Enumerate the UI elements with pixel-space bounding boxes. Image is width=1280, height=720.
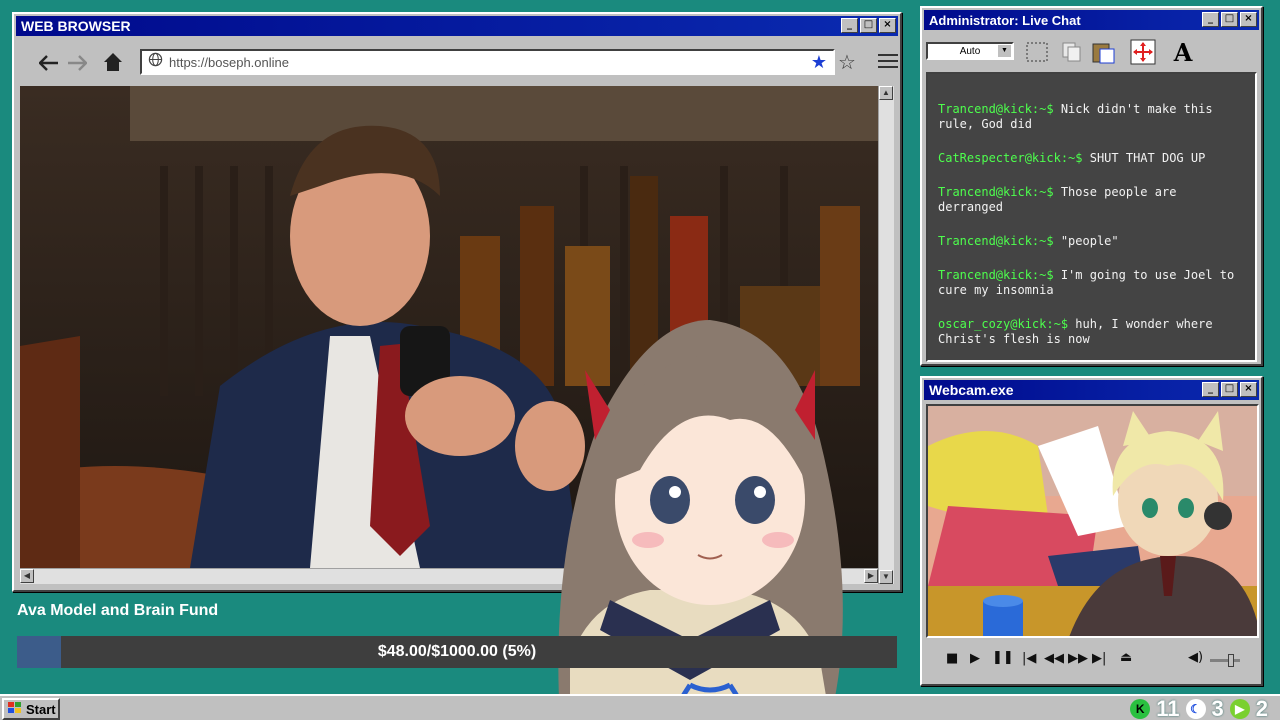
chevron-down-icon: ▼ [998, 45, 1011, 57]
fund-title: Ava Model and Brain Fund [17, 602, 219, 619]
maximize-button[interactable]: □ [1221, 382, 1238, 397]
close-button[interactable]: × [1240, 382, 1257, 397]
media-controls: ■ ▶ ❚❚ |◀ ◀◀ ▶▶ ▶| ⏏ ◀) [926, 642, 1259, 680]
moon-icon[interactable]: ☾ [1185, 699, 1206, 719]
close-button[interactable]: × [1240, 12, 1257, 27]
windows-logo-icon [7, 701, 23, 718]
menu-icon[interactable] [878, 50, 898, 70]
chat-username: Trancend@kick:~$ [938, 234, 1054, 248]
stop-icon[interactable]: ■ [946, 651, 958, 666]
font-icon[interactable]: A [1168, 38, 1198, 67]
url-text: https://boseph.online [169, 54, 289, 70]
scroll-up-icon[interactable]: ▲ [879, 86, 893, 100]
chat-log[interactable]: Trancend@kick:~$ Nick didn't make this r… [926, 72, 1257, 362]
chat-message: CatRespecter@kick:~$ SHUT THAT DOG UP [938, 151, 1245, 166]
maximize-button[interactable]: □ [1221, 12, 1238, 27]
minimize-button[interactable]: _ [1202, 382, 1219, 397]
url-bar[interactable]: https://boseph.online ★ [140, 49, 835, 75]
kick-count: 11 [1156, 696, 1180, 720]
copy-icon[interactable] [1056, 38, 1086, 66]
chat-title: Administrator: Live Chat [929, 12, 1081, 28]
webcam-title: Webcam.exe [929, 382, 1014, 398]
home-icon[interactable] [100, 49, 126, 75]
fast-forward-icon[interactable]: ▶▶ [1068, 651, 1088, 666]
fund-progress-text: $48.00/$1000.00 (5%) [377, 643, 537, 660]
eject-icon[interactable]: ⏏ [1120, 650, 1132, 665]
font-size-value: Auto [959, 45, 981, 57]
minimize-button[interactable]: _ [1202, 12, 1219, 27]
chat-username: Trancend@kick:~$ [938, 268, 1054, 282]
chat-message: Trancend@kick:~$ I'm going to use Joel t… [938, 268, 1245, 298]
chat-message: oscar_cozy@kick:~$ huh, I wonder where C… [938, 317, 1245, 347]
chat-message: Trancend@kick:~$ "people" [938, 234, 1245, 249]
chat-titlebar[interactable]: Administrator: Live Chat _ □ × [924, 10, 1259, 30]
chat-username: CatRespecter@kick:~$ [938, 151, 1083, 165]
rewind-icon[interactable]: ◀◀ [1044, 651, 1064, 666]
scroll-down-icon[interactable]: ▼ [879, 570, 893, 584]
start-label: Start [26, 701, 56, 717]
system-tray: K 11 ☾ 3 ▶ 2 [1130, 696, 1268, 720]
globe-icon [148, 52, 163, 72]
play-circle-icon[interactable]: ▶ [1229, 699, 1250, 719]
scroll-left-icon[interactable]: ◀ [20, 569, 34, 583]
close-button[interactable]: × [879, 18, 896, 33]
move-icon[interactable] [1128, 38, 1158, 66]
skip-forward-icon[interactable]: ▶| [1092, 651, 1106, 666]
chat-username: Trancend@kick:~$ [938, 102, 1054, 116]
pause-icon[interactable]: ❚❚ [992, 650, 1014, 665]
chat-username: Trancend@kick:~$ [938, 185, 1054, 199]
play-count: 2 [1255, 696, 1268, 720]
chat-text: SHUT THAT DOG UP [1089, 151, 1206, 165]
webcam-image [928, 406, 1257, 636]
font-size-select[interactable]: Auto ▼ [926, 42, 1014, 60]
browser-title: WEB BROWSER [21, 18, 131, 34]
volume-icon[interactable]: ◀) [1188, 650, 1203, 665]
browser-navbar: https://boseph.online ★ ☆ [20, 44, 898, 84]
webcam-titlebar[interactable]: Webcam.exe _ □ × [924, 380, 1259, 400]
chat-message: Trancend@kick:~$ Nick didn't make this r… [938, 102, 1245, 132]
vertical-scrollbar[interactable]: ▲ ▼ [878, 86, 894, 584]
start-button[interactable]: Start [2, 698, 60, 720]
maximize-button[interactable]: □ [860, 18, 877, 33]
browser-titlebar[interactable]: WEB BROWSER _ □ × [16, 16, 898, 36]
chat-message: Trancend@kick:~$ Those people are derran… [938, 185, 1245, 215]
bookmarked-star-icon[interactable]: ★ [811, 52, 827, 73]
forward-arrow-icon[interactable] [64, 50, 90, 76]
kick-icon[interactable]: K [1130, 699, 1151, 719]
fund-progress-bar: $48.00/$1000.00 (5%) [17, 636, 897, 668]
play-icon[interactable]: ▶ [970, 651, 980, 666]
volume-slider[interactable] [1210, 654, 1240, 667]
chat-username: oscar_cozy@kick:~$ [938, 317, 1069, 331]
minimize-button[interactable]: _ [841, 18, 858, 33]
paste-icon[interactable] [1088, 38, 1118, 66]
chat-text: "people" [1060, 234, 1119, 248]
volume-thumb[interactable] [1228, 654, 1234, 667]
webcam-window: Webcam.exe _ □ × ■ ▶ ❚❚ |◀ ◀◀ ▶▶ ▶| ⏏ ◀) [920, 376, 1263, 686]
chat-window: Administrator: Live Chat _ □ × Auto ▼ A … [920, 6, 1263, 366]
moon-count: 3 [1211, 696, 1224, 720]
taskbar: Start K 11 ☾ 3 ▶ 2 [0, 694, 1280, 720]
back-arrow-icon[interactable] [36, 50, 62, 76]
scroll-right-icon[interactable]: ▶ [864, 569, 878, 583]
select-icon[interactable] [1022, 38, 1052, 66]
webcam-view [926, 404, 1259, 638]
bookmark-star-icon[interactable]: ☆ [838, 50, 856, 75]
skip-back-icon[interactable]: |◀ [1022, 651, 1036, 666]
